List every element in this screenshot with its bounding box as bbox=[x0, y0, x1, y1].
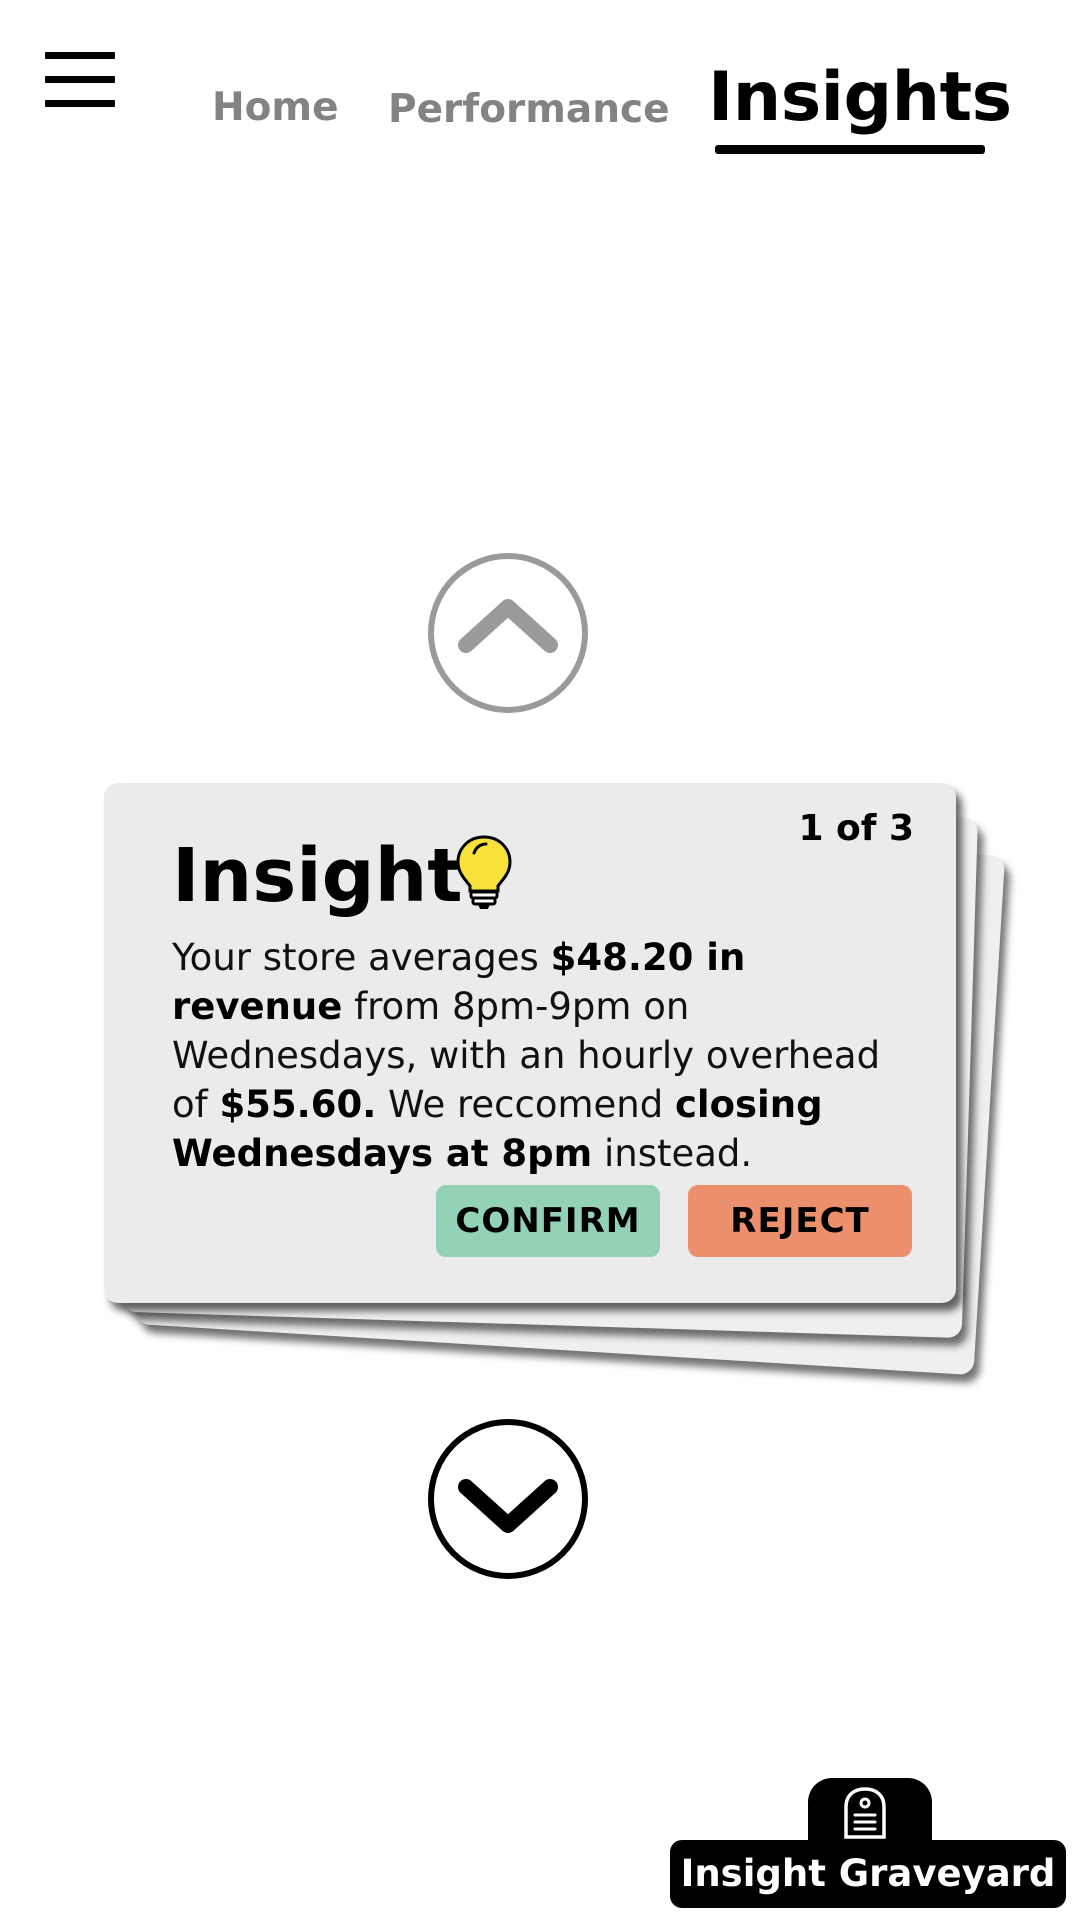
menu-bar-top bbox=[45, 52, 115, 59]
insights-screen: Home Performance Insights 1 of 3 Insight… bbox=[0, 0, 1080, 1920]
insight-title: Insight bbox=[172, 833, 463, 919]
previous-insight-button[interactable] bbox=[428, 553, 588, 713]
lightbulb-icon bbox=[456, 835, 512, 909]
next-insight-button[interactable] bbox=[428, 1419, 588, 1579]
insight-card: 1 of 3 Insight Your store averages $48.2… bbox=[104, 783, 956, 1303]
insight-counter: 1 of 3 bbox=[798, 808, 914, 849]
chevron-down-icon bbox=[458, 1479, 558, 1533]
insight-text-4: instead. bbox=[592, 1132, 753, 1175]
hamburger-menu-icon[interactable] bbox=[45, 52, 115, 108]
confirm-button[interactable]: CONFIRM bbox=[436, 1185, 660, 1257]
menu-bar-middle bbox=[45, 76, 115, 83]
insight-text-1: Your store averages bbox=[172, 936, 551, 979]
menu-bar-bottom bbox=[45, 100, 115, 107]
insight-description: Your store averages $48.20 in revenue fr… bbox=[172, 933, 912, 1178]
insight-overhead-value: $55.60. bbox=[219, 1083, 377, 1126]
chevron-up-icon bbox=[458, 599, 558, 653]
tab-home[interactable]: Home bbox=[212, 85, 339, 130]
insight-text-3: We reccomend bbox=[376, 1083, 675, 1126]
reject-button[interactable]: REJECT bbox=[688, 1185, 912, 1257]
insight-graveyard-button[interactable]: Insight Graveyard bbox=[670, 1840, 1066, 1908]
tab-insights[interactable]: Insights bbox=[708, 58, 1012, 137]
tombstone-icon bbox=[844, 1787, 886, 1839]
tab-performance[interactable]: Performance bbox=[388, 87, 670, 132]
active-tab-underline bbox=[715, 145, 985, 154]
